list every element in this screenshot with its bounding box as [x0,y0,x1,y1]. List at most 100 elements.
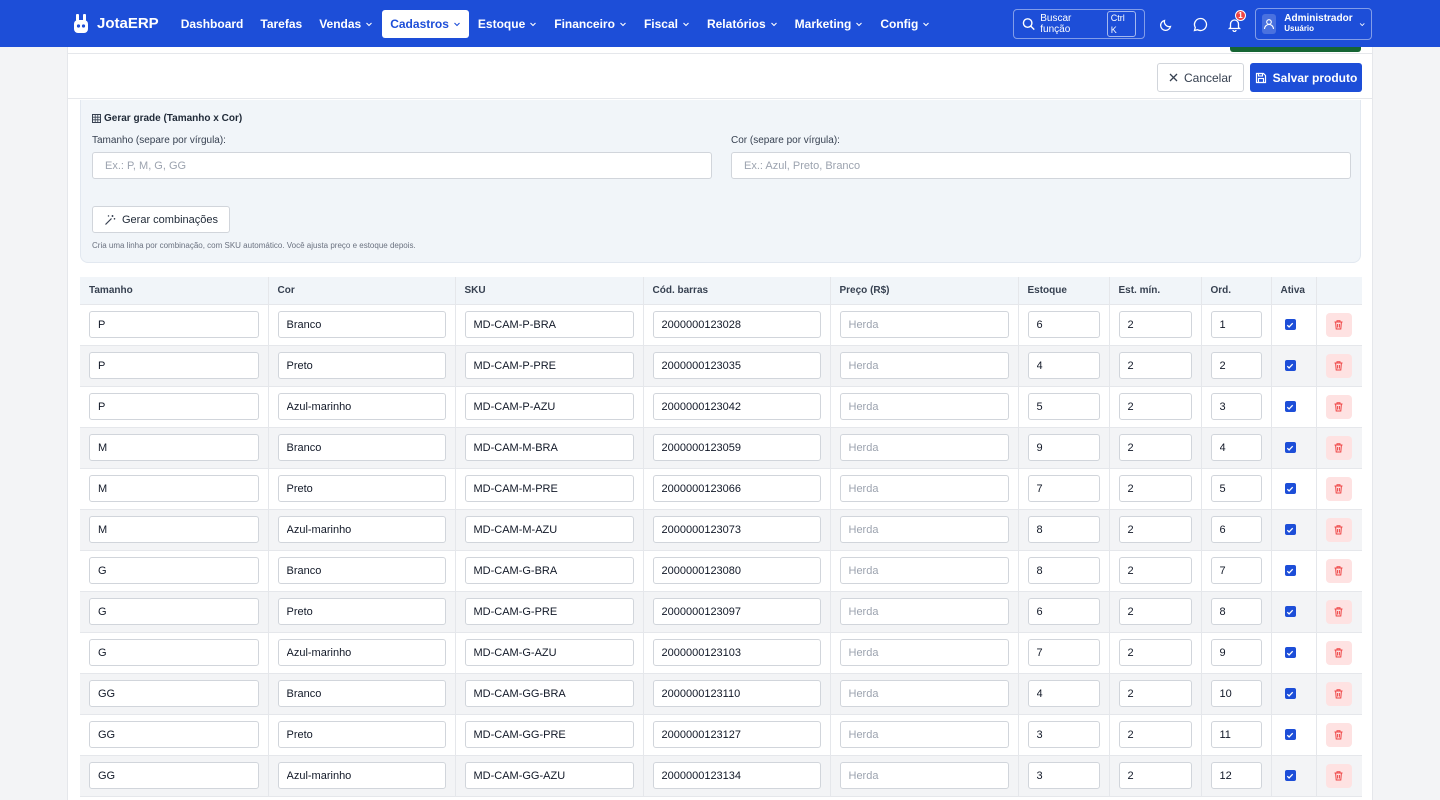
sku-input[interactable] [464,639,634,666]
order-input[interactable] [1210,557,1262,584]
price-input[interactable] [839,352,1009,379]
active-checkbox[interactable] [1284,483,1296,494]
price-input[interactable] [839,393,1009,420]
sku-input[interactable] [464,352,634,379]
min-stock-input[interactable] [1118,475,1192,502]
color-input[interactable] [277,475,446,502]
nav-item-marketing[interactable]: Marketing [787,10,872,38]
stock-input[interactable] [1027,393,1100,420]
barcode-input[interactable] [652,352,821,379]
size-input[interactable] [89,598,259,625]
size-input[interactable] [89,557,259,584]
size-input[interactable] [89,311,259,338]
delete-row-button[interactable] [1325,476,1352,501]
user-menu-button[interactable]: Administrador Usuário [1255,8,1372,40]
sku-input[interactable] [464,393,634,420]
barcode-input[interactable] [652,311,821,338]
color-input[interactable] [277,352,446,379]
brand[interactable]: JotaERP [72,13,159,34]
min-stock-input[interactable] [1118,352,1192,379]
order-input[interactable] [1210,475,1262,502]
order-input[interactable] [1210,721,1262,748]
barcode-input[interactable] [652,516,821,543]
delete-row-button[interactable] [1325,763,1352,788]
color-input[interactable] [277,639,446,666]
price-input[interactable] [839,434,1009,461]
cancel-button[interactable]: Cancelar [1157,63,1244,92]
stock-input[interactable] [1027,434,1100,461]
sku-input[interactable] [464,762,634,789]
active-checkbox[interactable] [1284,729,1296,740]
stock-input[interactable] [1027,762,1100,789]
order-input[interactable] [1210,598,1262,625]
price-input[interactable] [839,475,1009,502]
barcode-input[interactable] [652,598,821,625]
min-stock-input[interactable] [1118,762,1192,789]
min-stock-input[interactable] [1118,434,1192,461]
min-stock-input[interactable] [1118,680,1192,707]
delete-row-button[interactable] [1325,517,1352,542]
delete-row-button[interactable] [1325,599,1352,624]
nav-item-dashboard[interactable]: Dashboard [173,10,252,38]
stock-input[interactable] [1027,475,1100,502]
price-input[interactable] [839,639,1009,666]
color-input[interactable] [277,598,446,625]
sku-input[interactable] [464,721,634,748]
size-input[interactable] [92,152,712,179]
stock-input[interactable] [1027,516,1100,543]
delete-row-button[interactable] [1325,722,1352,747]
stock-input[interactable] [1027,557,1100,584]
active-checkbox[interactable] [1284,401,1296,412]
min-stock-input[interactable] [1118,639,1192,666]
order-input[interactable] [1210,639,1262,666]
min-stock-input[interactable] [1118,557,1192,584]
delete-row-button[interactable] [1325,681,1352,706]
delete-row-button[interactable] [1325,640,1352,665]
order-input[interactable] [1210,311,1262,338]
sku-input[interactable] [464,680,634,707]
notifications-button[interactable]: 1 [1221,10,1247,37]
price-input[interactable] [839,557,1009,584]
stock-input[interactable] [1027,639,1100,666]
active-checkbox[interactable] [1284,688,1296,699]
active-checkbox[interactable] [1284,565,1296,576]
chat-button[interactable] [1187,11,1213,37]
delete-row-button[interactable] [1325,312,1352,337]
sku-input[interactable] [464,311,634,338]
barcode-input[interactable] [652,434,821,461]
size-input[interactable] [89,434,259,461]
price-input[interactable] [839,680,1009,707]
size-input[interactable] [89,475,259,502]
sku-input[interactable] [464,475,634,502]
active-checkbox[interactable] [1284,319,1296,330]
min-stock-input[interactable] [1118,598,1192,625]
active-checkbox[interactable] [1284,360,1296,371]
color-input[interactable] [277,557,446,584]
price-input[interactable] [839,598,1009,625]
nav-item-estoque[interactable]: Estoque [470,10,545,38]
stock-input[interactable] [1027,598,1100,625]
size-input[interactable] [89,393,259,420]
active-checkbox[interactable] [1284,442,1296,453]
size-input[interactable] [89,516,259,543]
nav-item-fiscal[interactable]: Fiscal [636,10,698,38]
color-input[interactable] [277,762,446,789]
delete-row-button[interactable] [1325,558,1352,583]
order-input[interactable] [1210,762,1262,789]
stock-input[interactable] [1027,680,1100,707]
delete-row-button[interactable] [1325,394,1352,419]
size-input[interactable] [89,721,259,748]
color-input[interactable] [277,721,446,748]
save-product-button[interactable]: Salvar produto [1250,63,1362,92]
price-input[interactable] [839,762,1009,789]
sku-input[interactable] [464,598,634,625]
order-input[interactable] [1210,434,1262,461]
nav-item-vendas[interactable]: Vendas [311,10,381,38]
size-input[interactable] [89,680,259,707]
barcode-input[interactable] [652,639,821,666]
size-input[interactable] [89,639,259,666]
size-input[interactable] [89,352,259,379]
sku-input[interactable] [464,434,634,461]
order-input[interactable] [1210,352,1262,379]
sku-input[interactable] [464,557,634,584]
